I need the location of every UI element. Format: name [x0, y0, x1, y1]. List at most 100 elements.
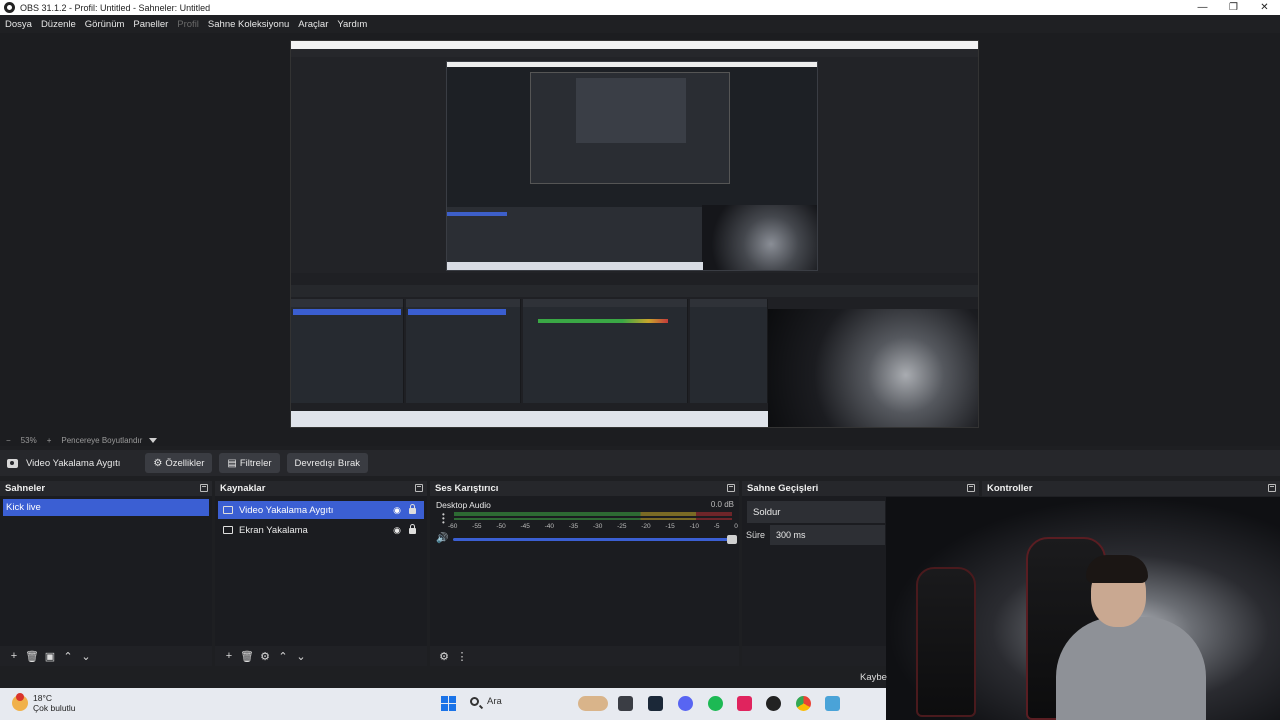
mixer-header: Ses Karıştırıcı: [430, 481, 739, 496]
filters-button[interactable]: ▤ Filtreler: [219, 453, 280, 473]
zoom-bar: − 53% + Pencereye Boyutlandır: [0, 434, 1280, 446]
nested-titlebar: [447, 62, 817, 67]
volume-slider[interactable]: [453, 535, 737, 544]
nested-webcam-large: [768, 309, 978, 427]
chrome-icon[interactable]: [796, 696, 811, 711]
selected-source-name: Video Yakalama Aygıtı: [26, 457, 121, 469]
weather-widget[interactable]: 18°C Çok bulutlu: [12, 693, 76, 713]
minimize-icon[interactable]: —: [1187, 2, 1218, 13]
sources-title: Kaynaklar: [220, 483, 266, 494]
properties-button[interactable]: ⚙ Özellikler: [145, 453, 213, 473]
advanced-audio-icon[interactable]: ⚙: [435, 650, 453, 663]
scene-filters-icon[interactable]: ▣: [41, 650, 59, 663]
eye-icon[interactable]: ◉: [393, 525, 401, 536]
add-scene-icon[interactable]: +: [5, 650, 23, 662]
monitor-icon: [223, 526, 233, 534]
streamer-body: [1056, 617, 1206, 720]
deactivate-button[interactable]: Devredışı Bırak: [286, 453, 368, 473]
zoom-dropdown-caret-icon[interactable]: [149, 437, 158, 443]
transition-type-select[interactable]: Soldur: [747, 501, 885, 523]
windows-start-icon[interactable]: [441, 696, 456, 711]
nested-selection: [447, 212, 507, 216]
weather-temp: 18°C: [33, 693, 52, 703]
source-label: Video Yakalama Aygıtı: [239, 504, 334, 516]
app-icon[interactable]: [825, 696, 840, 711]
speaker-icon[interactable]: 🔊: [436, 533, 448, 544]
remove-source-icon[interactable]: 🗑: [238, 650, 256, 663]
weather-text: 18°C Çok bulutlu: [33, 693, 76, 713]
move-down-icon[interactable]: ⌄: [77, 650, 95, 663]
menu-docks[interactable]: Paneller: [133, 19, 168, 30]
nested-mixer: [523, 299, 688, 403]
maximize-icon[interactable]: ❐: [1218, 2, 1249, 13]
close-icon[interactable]: ✕: [1249, 2, 1280, 13]
zoom-out-button[interactable]: −: [6, 436, 11, 445]
volume-slider-handle[interactable]: [727, 535, 737, 544]
search-label: Ara: [487, 696, 502, 707]
preview-nested-titlebar: [291, 41, 978, 49]
menu-scene-collection[interactable]: Sahne Koleksiyonu: [208, 19, 289, 30]
move-down-icon[interactable]: ⌄: [292, 650, 310, 663]
move-up-icon[interactable]: ⌃: [59, 650, 77, 663]
remove-scene-icon[interactable]: 🗑: [23, 650, 41, 663]
undock-icon[interactable]: [727, 484, 735, 492]
filters-label: Filtreler: [239, 457, 272, 469]
preview-area[interactable]: [0, 33, 1280, 434]
menu-edit[interactable]: Düzenle: [41, 19, 76, 30]
streamer-hair: [1086, 555, 1148, 583]
sources-list: Video Yakalama Aygıtı ◉ Ekran Yakalama ◉: [215, 496, 427, 646]
nested-scenes: [291, 299, 404, 403]
weather-condition: Çok bulutlu: [33, 703, 76, 713]
camera-icon: [223, 506, 233, 514]
preview-nested-menubar: [291, 49, 978, 57]
menu-tools[interactable]: Araçlar: [298, 19, 328, 30]
taskbar-search[interactable]: Ara: [470, 696, 502, 707]
add-source-icon[interactable]: +: [220, 650, 238, 662]
eye-icon[interactable]: ◉: [393, 505, 401, 516]
preview-nested-capture: [446, 61, 818, 271]
deactivate-label: Devredışı Bırak: [294, 457, 360, 469]
move-up-icon[interactable]: ⌃: [274, 650, 292, 663]
scenes-title: Sahneler: [5, 483, 46, 494]
app-icon[interactable]: [737, 696, 752, 711]
lock-icon[interactable]: [409, 504, 416, 514]
menu-file[interactable]: Dosya: [5, 19, 32, 30]
discord-icon[interactable]: [678, 696, 693, 711]
menu-bar: Dosya Düzenle Görünüm Paneller Profil Sa…: [0, 15, 1280, 33]
zoom-in-button[interactable]: +: [47, 436, 52, 445]
obs-taskbar-icon[interactable]: [766, 696, 781, 711]
taskbar-widget-icon[interactable]: [578, 696, 608, 711]
undock-icon[interactable]: [1268, 484, 1276, 492]
preview-nested-panels: [291, 273, 978, 427]
scene-item-kick-live[interactable]: Kick live: [3, 499, 209, 516]
channel-menu-icon[interactable]: • • •: [442, 511, 445, 527]
source-label: Ekran Yakalama: [239, 524, 308, 536]
file-explorer-icon[interactable]: [618, 696, 633, 711]
source-properties-icon[interactable]: ⚙: [256, 650, 274, 663]
meter-scale: -60 -55 -50 -45 -40 -35 -30 -25 -20 -15 …: [448, 523, 738, 530]
preview-canvas[interactable]: [290, 40, 979, 428]
undock-icon[interactable]: [415, 484, 423, 492]
scale-tick: -35: [568, 523, 579, 530]
menu-view[interactable]: Görünüm: [85, 19, 125, 30]
controls-title: Kontroller: [987, 483, 1033, 494]
title-bar: OBS 31.1.2 - Profil: Untitled - Sahneler…: [0, 0, 1280, 15]
controls-dock: Kontroller: [982, 481, 1280, 497]
undock-icon[interactable]: [200, 484, 208, 492]
undock-icon[interactable]: [967, 484, 975, 492]
mixer-title: Ses Karıştırıcı: [435, 483, 499, 494]
windows-taskbar: 18°C Çok bulutlu Ara: [0, 688, 886, 720]
obs-logo-icon: [4, 2, 15, 13]
menu-profile[interactable]: Profil: [177, 19, 199, 30]
source-item-video-capture[interactable]: Video Yakalama Aygıtı ◉: [218, 501, 424, 519]
controls-header: Kontroller: [982, 481, 1280, 496]
spotify-icon[interactable]: [708, 696, 723, 711]
duration-input[interactable]: 300 ms: [770, 525, 885, 545]
steam-icon[interactable]: [648, 696, 663, 711]
zoom-fit-label[interactable]: Pencereye Boyutlandır: [61, 436, 142, 445]
audio-mixer-dock: Ses Karıştırıcı Desktop Audio 0.0 dB • • •…: [430, 481, 739, 666]
menu-help[interactable]: Yardım: [337, 19, 367, 30]
mixer-menu-icon[interactable]: ⋮: [453, 650, 471, 663]
lock-icon[interactable]: [409, 524, 416, 534]
source-item-screen-capture[interactable]: Ekran Yakalama ◉: [218, 521, 424, 539]
